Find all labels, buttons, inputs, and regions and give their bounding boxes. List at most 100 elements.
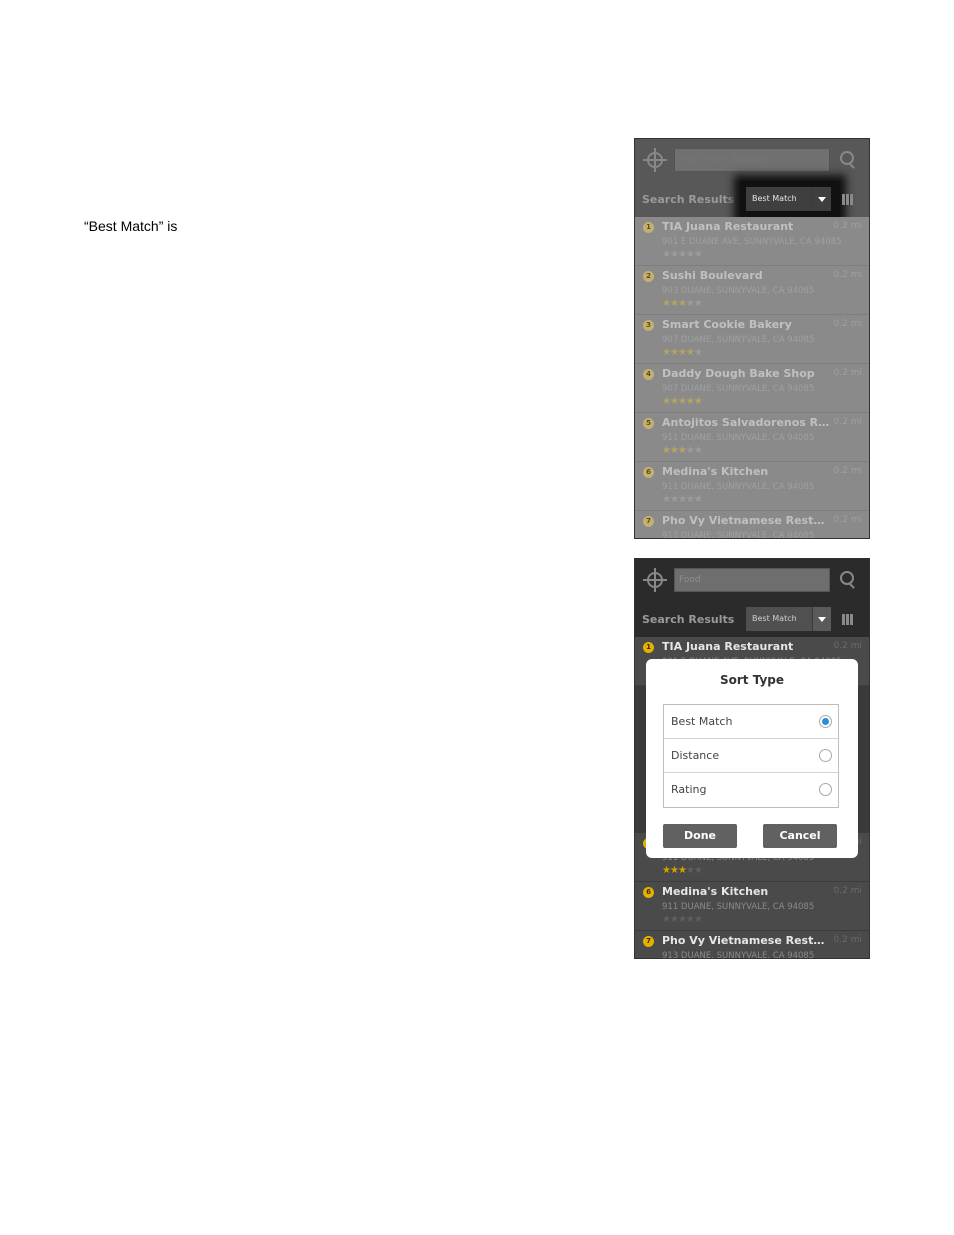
result-address: 901 E DUANE AVE, SUNNYVALE, CA 94085 <box>662 237 842 247</box>
result-distance: 0.2 mi <box>833 641 862 651</box>
result-name: Pho Vy Vietnamese Restaur... <box>662 514 830 527</box>
star-icon: ★ <box>662 347 671 358</box>
result-address: 913 DUANE, SUNNYVALE, CA 94085 <box>662 531 815 539</box>
star-icon: ★ <box>693 347 703 358</box>
phone-screen-sort-highlight: Search Results Best Match 1 TIA Juana Res… <box>634 138 870 539</box>
option-label: Rating <box>671 783 707 796</box>
dialog-title: Sort Type <box>719 673 785 687</box>
radio-selected-icon[interactable] <box>819 715 832 728</box>
chevron-down-icon[interactable] <box>812 187 831 211</box>
result-row[interactable]: 7 Pho Vy Vietnamese Restaur... 0.2 mi 913 D… <box>635 931 869 958</box>
map-icon[interactable] <box>842 194 853 205</box>
result-row[interactable]: 7 Pho Vy Vietnamese Restaur... 0.2 mi 913 D… <box>635 511 869 539</box>
map-icon[interactable] <box>842 614 853 625</box>
locate-icon[interactable] <box>643 568 667 592</box>
result-name: Pho Vy Vietnamese Restaur... <box>662 934 830 947</box>
star-icon: ★ <box>685 445 695 456</box>
star-icon: ★ <box>693 445 703 456</box>
star-icon: ★ <box>685 396 695 407</box>
sort-option-distance[interactable]: Distance <box>664 739 838 773</box>
result-row[interactable]: 5 Antojitos Salvadorenos Rstr...0.2 mi 911… <box>635 413 869 462</box>
rank-badge: 6 <box>643 887 654 898</box>
results-title: Search Results <box>642 613 735 626</box>
locate-icon[interactable] <box>643 148 667 172</box>
star-icon: ★ <box>685 347 695 358</box>
star-rating: ★★★★★ <box>662 914 703 925</box>
star-icon: ★ <box>685 249 695 260</box>
star-icon: ★ <box>669 249 679 260</box>
result-address: 911 DUANE, SUNNYVALE, CA 94085 <box>662 902 815 912</box>
result-distance: 0.2 mi <box>833 417 862 427</box>
result-row[interactable]: 4 Daddy Dough Bake Shop 0.2 mi 907 DUANE, S… <box>635 364 869 413</box>
result-name: Antojitos Salvadorenos Rstr... <box>662 416 830 429</box>
star-icon: ★ <box>677 396 687 407</box>
result-name: TIA Juana Restaurant <box>662 640 794 653</box>
star-icon: ★ <box>677 914 687 925</box>
star-rating: ★★★★★ <box>662 445 703 456</box>
sort-button[interactable]: Best Match <box>746 187 812 211</box>
result-name: Daddy Dough Bake Shop <box>662 367 815 380</box>
result-name: Smart Cookie Bakery <box>662 318 792 331</box>
radio-icon[interactable] <box>819 749 832 762</box>
star-rating: ★★★★★ <box>662 298 703 309</box>
done-button[interactable]: Done <box>663 824 737 848</box>
result-row[interactable]: 2 Sushi Boulevard 0.2 mi 903 DUANE, SUNNYVA… <box>635 266 869 315</box>
app-header: Search Results Best Match <box>635 559 869 637</box>
result-distance: 0.2 mi <box>833 368 862 378</box>
star-icon: ★ <box>662 445 671 456</box>
option-label: Distance <box>671 749 720 762</box>
search-icon[interactable] <box>840 571 854 585</box>
star-icon: ★ <box>693 298 703 309</box>
star-icon: ★ <box>677 347 687 358</box>
star-icon: ★ <box>669 494 679 505</box>
star-icon: ★ <box>662 298 671 309</box>
rank-badge: 1 <box>643 222 654 233</box>
rank-badge: 7 <box>643 516 654 527</box>
star-rating: ★★★★★ <box>662 249 703 260</box>
search-input[interactable] <box>674 148 830 172</box>
rank-badge: 5 <box>643 418 654 429</box>
chevron-down-icon[interactable] <box>812 607 831 631</box>
star-icon: ★ <box>693 249 703 260</box>
star-rating: ★★★★★ <box>662 347 703 358</box>
result-distance: 0.2 mi <box>833 466 862 476</box>
star-icon: ★ <box>677 249 687 260</box>
star-icon: ★ <box>677 445 687 456</box>
result-row[interactable]: 6 Medina's Kitchen 0.2 mi 911 DUANE, SUNNYV… <box>635 882 869 931</box>
result-address: 903 DUANE, SUNNYVALE, CA 94085 <box>662 286 815 296</box>
star-icon: ★ <box>693 494 703 505</box>
result-distance: 0.2 mi <box>833 270 862 280</box>
star-icon: ★ <box>669 914 679 925</box>
sort-option-rating[interactable]: Rating <box>664 773 838 807</box>
caption-text: “Best Match” is <box>84 218 178 234</box>
rank-badge: 4 <box>643 369 654 380</box>
sort-type-dialog: Sort Type Best Match Distance Rating Don… <box>646 659 858 858</box>
result-name: Sushi Boulevard <box>662 269 763 282</box>
sort-option-best-match[interactable]: Best Match <box>664 705 838 739</box>
star-icon: ★ <box>662 865 671 876</box>
rank-badge: 1 <box>643 642 654 653</box>
result-address: 907 DUANE, SUNNYVALE, CA 94085 <box>662 384 815 394</box>
star-icon: ★ <box>669 865 679 876</box>
star-icon: ★ <box>669 298 679 309</box>
cancel-button[interactable]: Cancel <box>763 824 837 848</box>
radio-icon[interactable] <box>819 783 832 796</box>
result-distance: 0.2 mi <box>833 319 862 329</box>
star-icon: ★ <box>677 298 687 309</box>
star-icon: ★ <box>662 249 671 260</box>
results-title: Search Results <box>642 193 735 206</box>
result-row[interactable]: 1 TIA Juana Restaurant 0.2 mi 901 E DUANE A… <box>635 217 869 266</box>
star-icon: ★ <box>693 914 703 925</box>
result-row[interactable]: 3 Smart Cookie Bakery 0.2 mi 907 DUANE, SUN… <box>635 315 869 364</box>
star-icon: ★ <box>662 494 671 505</box>
search-icon[interactable] <box>840 151 854 165</box>
sort-button[interactable]: Best Match <box>746 607 812 631</box>
star-icon: ★ <box>662 914 671 925</box>
star-icon: ★ <box>693 865 703 876</box>
star-icon: ★ <box>677 865 687 876</box>
search-input[interactable] <box>674 568 830 592</box>
result-row[interactable]: 6 Medina's Kitchen 0.2 mi 911 DUANE, SUNNYV… <box>635 462 869 511</box>
result-distance: 0.2 mi <box>833 515 862 525</box>
star-icon: ★ <box>685 298 695 309</box>
star-icon: ★ <box>669 445 679 456</box>
